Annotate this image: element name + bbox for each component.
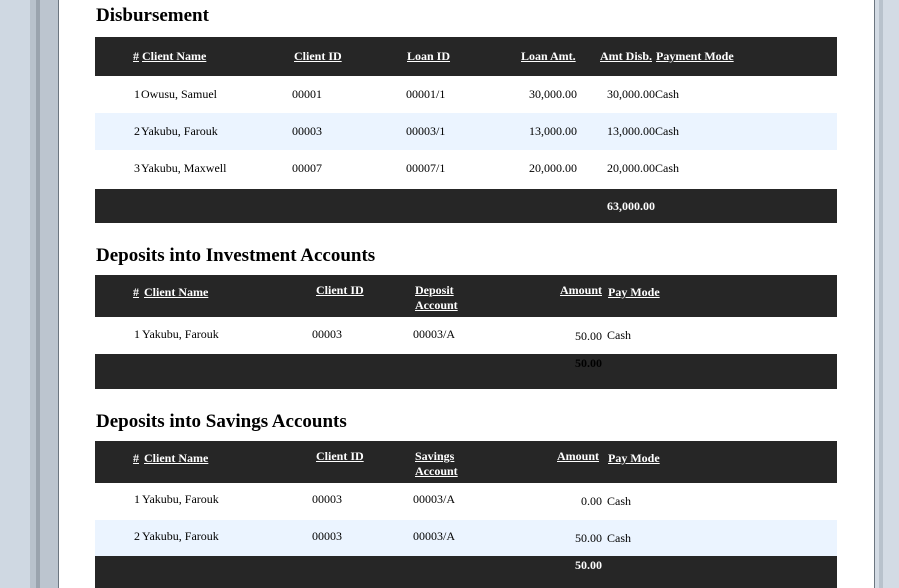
header-client-id[interactable]: Client ID [316,283,364,298]
total-row: 50.00 [95,556,837,588]
table-row: 3 Yakubu, Maxwell 00007 00007/1 20,000.0… [95,150,837,187]
row-num: 1 [134,327,140,341]
total-row: 63,000.00 [95,189,837,223]
row-client-id: 00003 [312,492,342,506]
row-payment-mode: Cash [655,161,679,175]
row-loan-id: 00001/1 [406,87,446,101]
row-payment-mode: Cash [655,124,679,138]
row-account: 00003/A [413,327,455,341]
row-pay-mode: Cash [607,328,631,342]
table-row: 1 Owusu, Samuel 00001 00001/1 30,000.00 … [95,76,837,113]
disbursement-title: Disbursement [96,5,209,26]
header-savings-account-line2[interactable]: Account [415,464,458,479]
row-client-id: 00007 [292,161,322,175]
row-client-name: Yakubu, Farouk [142,327,219,341]
row-client-id: 00003 [312,529,342,543]
header-client-id[interactable]: Client ID [316,449,364,464]
row-client-name: Yakubu, Farouk [141,124,218,138]
row-client-id: 00003 [312,327,342,341]
frame-stripe [40,0,59,588]
header-loan-amt[interactable]: Loan Amt. [521,49,576,64]
row-num: 2 [134,124,140,138]
frame-stripe [879,0,883,588]
row-account: 00003/A [413,492,455,506]
header-deposit-account-line1[interactable]: Deposit [415,283,454,298]
row-payment-mode: Cash [655,87,679,101]
header-amount[interactable]: Amount [557,449,599,464]
header-payment-mode[interactable]: Payment Mode [656,49,734,64]
row-client-name: Yakubu, Farouk [142,529,219,543]
table-header: # Client Name Client ID Loan ID Loan Amt… [95,37,837,76]
row-amount: 0.00 [581,494,602,508]
savings-deposits-title: Deposits into Savings Accounts [96,411,347,432]
row-pay-mode: Cash [607,531,631,545]
table-row: 2 Yakubu, Farouk 00003 00003/A 50.00 Cas… [95,520,837,556]
row-client-name: Owusu, Samuel [141,87,217,101]
row-client-name: Yakubu, Farouk [142,492,219,506]
header-amt-disb[interactable]: Amt Disb. [600,49,652,64]
disbursement-total: 63,000.00 [607,199,655,213]
header-deposit-account-line2[interactable]: Account [415,298,458,313]
row-loan-id: 00007/1 [406,161,446,175]
savings-deposits-total: 50.00 [575,558,602,572]
header-loan-id[interactable]: Loan ID [407,49,450,64]
report-page[interactable]: Disbursement # Client Name Client ID Loa… [59,0,874,588]
row-client-name: Yakubu, Maxwell [141,161,227,175]
row-num: 1 [134,492,140,506]
header-savings-account-line1[interactable]: Savings [415,449,454,464]
row-account: 00003/A [413,529,455,543]
row-num: 3 [134,161,140,175]
viewer-left-frame [0,0,59,588]
row-loan-amt: 20,000.00 [529,161,577,175]
header-num[interactable]: # [133,285,139,300]
row-loan-amt: 30,000.00 [529,87,577,101]
row-loan-id: 00003/1 [406,124,446,138]
row-amount: 50.00 [575,329,602,343]
header-amount[interactable]: Amount [560,283,602,298]
header-num[interactable]: # [133,451,139,466]
row-num: 1 [134,87,140,101]
header-pay-mode[interactable]: Pay Mode [608,451,660,466]
investment-deposits-title: Deposits into Investment Accounts [96,245,376,266]
table-row: 1 Yakubu, Farouk 00003 00003/A 50.00 Cas… [95,317,837,354]
total-row: 50.00 [95,354,837,389]
row-amt-disb: 30,000.00 [607,87,655,101]
header-client-name[interactable]: Client Name [142,49,206,64]
viewer-right-frame [874,0,899,588]
table-row: 1 Yakubu, Farouk 00003 00003/A 0.00 Cash [95,483,837,520]
row-client-id: 00001 [292,87,322,101]
row-amount: 50.00 [575,531,602,545]
row-num: 2 [134,529,140,543]
header-client-name[interactable]: Client Name [144,285,208,300]
row-amt-disb: 13,000.00 [607,124,655,138]
header-client-name[interactable]: Client Name [144,451,208,466]
row-pay-mode: Cash [607,494,631,508]
header-client-id[interactable]: Client ID [294,49,342,64]
row-client-id: 00003 [292,124,322,138]
table-row: 2 Yakubu, Farouk 00003 00003/1 13,000.00… [95,113,837,150]
row-loan-amt: 13,000.00 [529,124,577,138]
header-num[interactable]: # [133,49,139,64]
table-header: # Client Name Client ID Deposit Account … [95,275,837,317]
row-amt-disb: 20,000.00 [607,161,655,175]
investment-deposits-total: 50.00 [575,356,602,370]
header-pay-mode[interactable]: Pay Mode [608,285,660,300]
table-header: # Client Name Client ID Savings Account … [95,441,837,483]
